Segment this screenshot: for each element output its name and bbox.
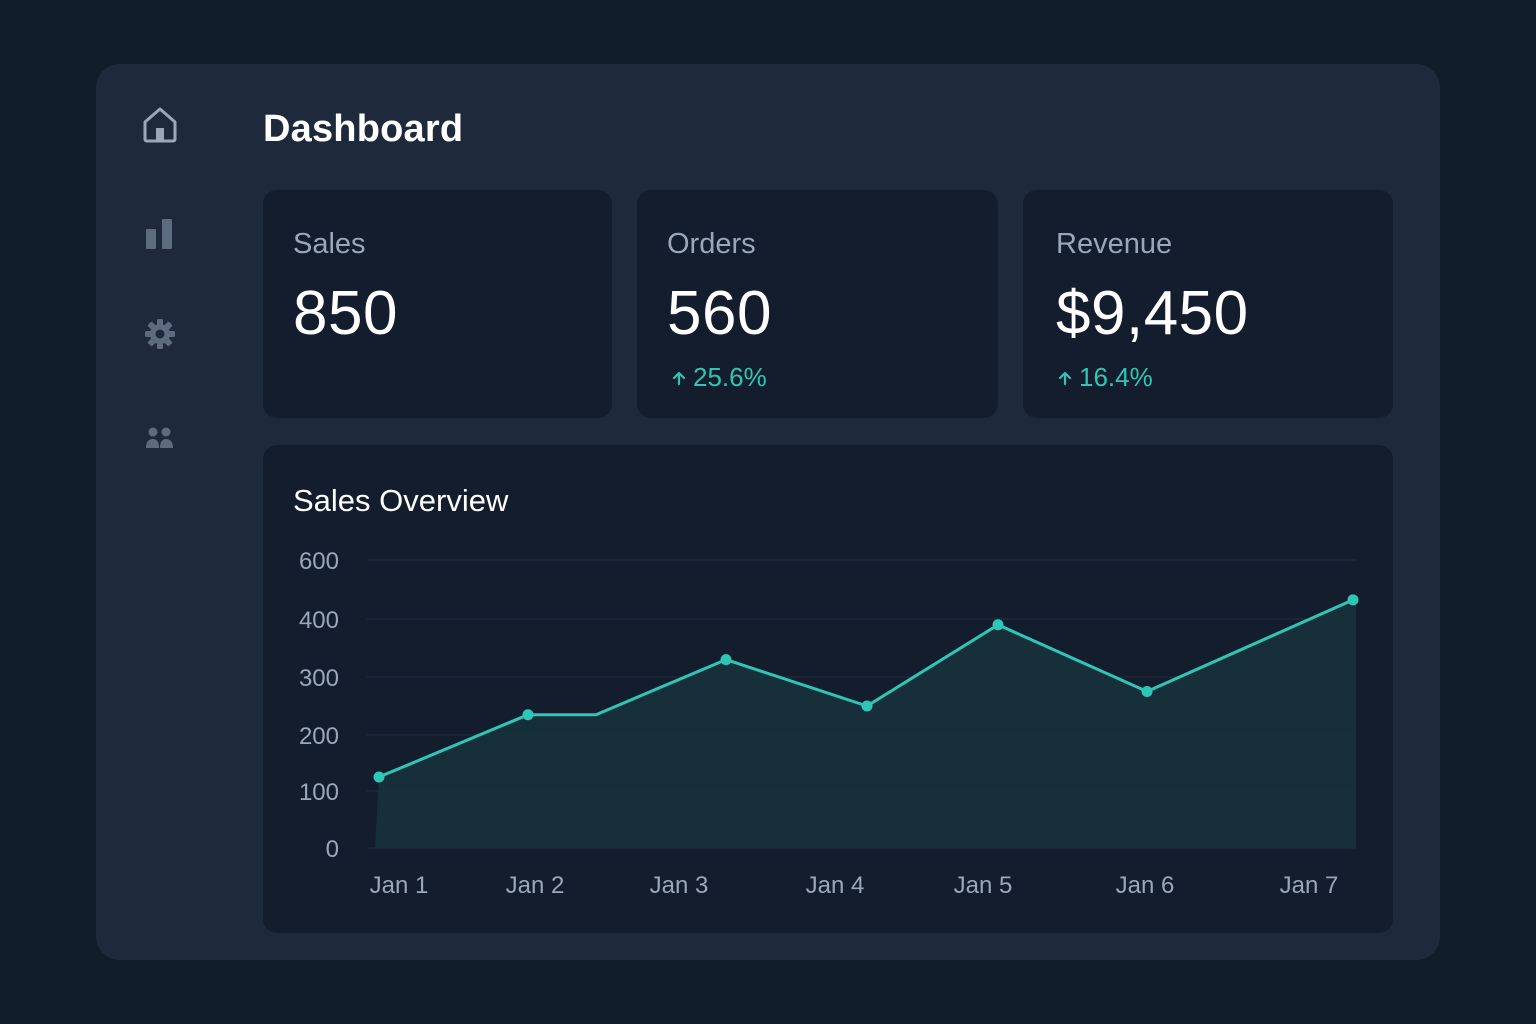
- stat-value-orders: 560: [667, 279, 772, 348]
- y-tick-label: 400: [299, 607, 339, 634]
- nav-users[interactable]: [138, 416, 182, 460]
- chart-data-point[interactable]: [1347, 594, 1359, 606]
- stat-card-sales: Sales 850: [263, 190, 612, 418]
- stat-delta-orders: 25.6%: [671, 362, 767, 393]
- nav-settings[interactable]: [138, 312, 182, 356]
- x-tick-label: Jan 3: [650, 872, 709, 899]
- chart-data-point[interactable]: [992, 619, 1004, 631]
- x-tick-label: Jan 7: [1280, 872, 1339, 899]
- x-tick-label: Jan 1: [370, 872, 429, 899]
- stat-label-orders: Orders: [667, 228, 756, 260]
- chart-area-fill: [375, 599, 1356, 848]
- nav-analytics[interactable]: [138, 210, 182, 254]
- y-tick-label: 300: [299, 665, 339, 692]
- x-tick-label: Jan 4: [806, 872, 865, 899]
- y-tick-label: 0: [326, 836, 339, 863]
- chart-data-point[interactable]: [373, 771, 385, 783]
- stat-label-sales: Sales: [293, 228, 366, 260]
- bar-chart-icon: [146, 219, 172, 249]
- stat-label-revenue: Revenue: [1056, 228, 1173, 260]
- chart-data-point[interactable]: [522, 709, 534, 721]
- stat-delta-revenue-value: 16.4%: [1079, 362, 1153, 392]
- y-tick-label: 600: [299, 548, 339, 575]
- y-tick-label: 200: [299, 723, 339, 750]
- stat-delta-orders-value: 25.6%: [693, 362, 767, 392]
- stat-delta-revenue: 16.4%: [1057, 362, 1153, 393]
- stat-value-sales: 850: [293, 279, 398, 348]
- chart-data-point[interactable]: [861, 700, 873, 712]
- dashboard-panel: Dashboard Sales 850 Orders 560 25.6% Rev…: [96, 64, 1440, 960]
- x-tick-label: Jan 5: [954, 872, 1013, 899]
- home-icon: [143, 107, 177, 143]
- arrow-up-icon: [1058, 371, 1072, 385]
- arrow-up-icon: [672, 371, 686, 385]
- y-tick-label: 100: [299, 779, 339, 806]
- stat-card-orders: Orders 560 25.6%: [637, 190, 998, 418]
- page-title: Dashboard: [263, 108, 464, 150]
- sales-overview-chart: 600 400 300 200 100 0 Jan 1 Jan 2 Jan 3 Jan 4 Jan …: [299, 548, 1359, 899]
- chart-data-point[interactable]: [720, 654, 732, 666]
- chart-data-point[interactable]: [1141, 686, 1153, 697]
- stat-value-revenue: $9,450: [1056, 279, 1249, 348]
- users-icon: [146, 427, 173, 448]
- stat-card-revenue: Revenue $9,450 16.4%: [1023, 190, 1393, 418]
- gear-icon: [145, 319, 175, 349]
- x-tick-label: Jan 6: [1116, 872, 1175, 899]
- sales-overview-card: Sales Overview 600 400 300 200 100 0 Jan 1 Jan …: [263, 445, 1393, 933]
- x-tick-label: Jan 2: [506, 872, 565, 899]
- nav-home[interactable]: [138, 102, 182, 146]
